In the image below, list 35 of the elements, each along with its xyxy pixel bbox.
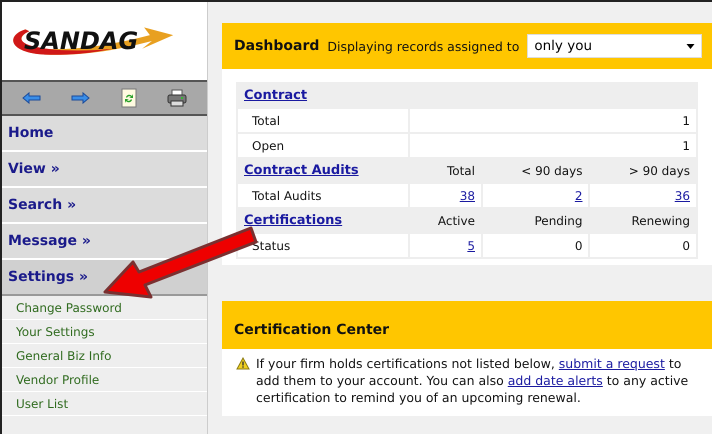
caret-icon: [686, 44, 695, 48]
warning-icon: [236, 357, 250, 370]
refresh-page-icon[interactable]: [118, 88, 139, 108]
column-header-cell: Pending: [482, 208, 590, 233]
nav-item[interactable]: Message »: [2, 224, 207, 260]
section-link[interactable]: Certifications: [244, 213, 342, 228]
printer-icon[interactable]: [166, 88, 187, 108]
logo-text: SANDAG: [24, 27, 138, 55]
section-link[interactable]: Contract: [244, 88, 308, 103]
info-message: If your firm holds certifications not listed below, submit a request to add them to your account. You can also add date alerts to any active certification to remind you of an upcoming renewal.: [256, 355, 690, 406]
filter-label: Displaying records assigned to: [327, 38, 520, 54]
panel-title: Dashboard: [234, 38, 320, 54]
message-link[interactable]: submit a request: [558, 356, 665, 371]
value-cell: 0: [482, 233, 590, 258]
count-link[interactable]: 38: [460, 188, 475, 202]
column-header-cell: Renewing: [589, 208, 697, 233]
count-link[interactable]: 36: [674, 188, 690, 202]
nav-item[interactable]: Search »: [2, 188, 207, 224]
section-link[interactable]: Contract Audits: [244, 163, 359, 178]
message-link[interactable]: add date alerts: [508, 373, 603, 388]
assignee-dropdown[interactable]: only you: [527, 34, 702, 58]
count-link[interactable]: 5: [467, 238, 475, 252]
nav-item[interactable]: Home: [2, 116, 207, 152]
forward-arrow-icon[interactable]: [70, 91, 90, 105]
nav-item[interactable]: View »: [2, 152, 207, 188]
panel-title: Certification Center: [234, 322, 390, 338]
value-cell: 1: [409, 108, 697, 133]
column-header-cell: Active: [409, 208, 482, 233]
column-header-cell: Total: [409, 158, 482, 183]
column-header-cell: < 90 days: [482, 158, 590, 183]
count-link[interactable]: 2: [574, 188, 582, 202]
row-label-cell: Total: [237, 108, 409, 133]
value-cell: 0: [589, 233, 697, 258]
back-arrow-icon[interactable]: [22, 91, 42, 105]
column-header-cell: > 90 days: [589, 158, 697, 183]
